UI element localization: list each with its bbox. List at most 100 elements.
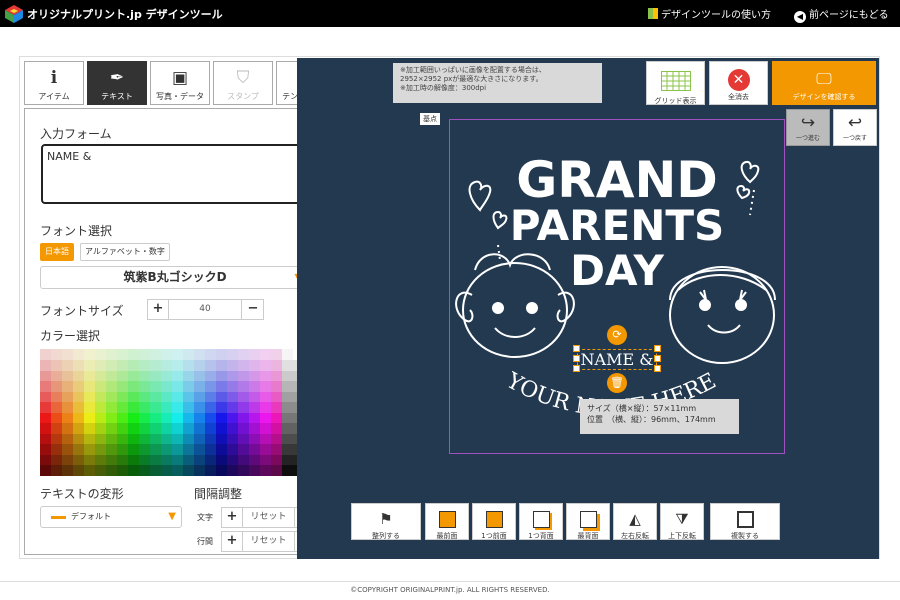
color-swatch[interactable] — [249, 380, 260, 392]
color-swatch[interactable] — [139, 464, 150, 476]
color-swatch[interactable] — [150, 454, 161, 465]
color-swatch[interactable] — [95, 391, 106, 402]
deform-select[interactable]: デフォルト ▼ — [40, 506, 182, 528]
selected-text-object[interactable]: NAME & — [577, 349, 657, 370]
color-swatch[interactable] — [150, 370, 161, 381]
resize-handle[interactable] — [654, 355, 661, 362]
color-swatch[interactable] — [40, 359, 51, 371]
color-swatch[interactable] — [238, 401, 249, 413]
color-swatch[interactable] — [183, 433, 194, 444]
align-button[interactable]: ⚑ 整列する — [351, 503, 421, 540]
color-swatch[interactable] — [249, 349, 260, 360]
color-swatch[interactable] — [249, 391, 260, 402]
color-swatch[interactable] — [128, 370, 139, 381]
color-swatch[interactable] — [271, 443, 282, 455]
color-swatch[interactable] — [128, 349, 139, 360]
color-swatch[interactable] — [238, 422, 249, 434]
color-swatch[interactable] — [40, 454, 51, 465]
color-swatch[interactable] — [227, 422, 238, 434]
color-swatch[interactable] — [183, 391, 194, 402]
color-swatch[interactable] — [139, 391, 150, 402]
color-swatch[interactable] — [227, 401, 238, 413]
color-swatch[interactable] — [150, 422, 161, 434]
color-swatch[interactable] — [194, 391, 205, 402]
color-swatch[interactable] — [95, 433, 106, 444]
color-swatch[interactable] — [84, 380, 95, 392]
color-swatch[interactable] — [172, 401, 183, 413]
color-swatch[interactable] — [139, 370, 150, 381]
color-swatch[interactable] — [183, 380, 194, 392]
color-swatch[interactable] — [238, 359, 249, 371]
color-swatch[interactable] — [205, 454, 216, 465]
color-swatch[interactable] — [271, 401, 282, 413]
color-swatch[interactable] — [161, 359, 172, 371]
send-back-button[interactable]: 最背面 — [566, 503, 610, 540]
color-swatch[interactable] — [128, 422, 139, 434]
color-swatch[interactable] — [62, 433, 73, 444]
color-swatch[interactable] — [271, 380, 282, 392]
color-swatch[interactable] — [95, 359, 106, 371]
color-swatch[interactable] — [260, 391, 271, 402]
color-swatch[interactable] — [216, 454, 227, 465]
color-swatch[interactable] — [106, 380, 117, 392]
tab-item[interactable]: i アイテム — [24, 61, 84, 105]
color-swatch[interactable] — [260, 412, 271, 423]
color-swatch[interactable] — [73, 443, 84, 455]
color-swatch[interactable] — [227, 349, 238, 360]
color-swatch[interactable] — [172, 380, 183, 392]
color-swatch[interactable] — [183, 443, 194, 455]
color-swatch[interactable] — [84, 464, 95, 476]
forward-button[interactable]: 1つ前面 — [472, 503, 516, 540]
color-swatch[interactable] — [95, 443, 106, 455]
color-swatch[interactable] — [73, 359, 84, 371]
color-swatch[interactable] — [260, 359, 271, 371]
color-swatch[interactable] — [161, 391, 172, 402]
color-swatch[interactable] — [183, 401, 194, 413]
resize-handle[interactable] — [654, 365, 661, 372]
color-swatch[interactable] — [216, 370, 227, 381]
color-swatch[interactable] — [73, 401, 84, 413]
color-swatch[interactable] — [282, 433, 293, 444]
color-swatch[interactable] — [216, 380, 227, 392]
color-swatch[interactable] — [150, 380, 161, 392]
color-swatch[interactable] — [238, 464, 249, 476]
color-swatch[interactable] — [172, 370, 183, 381]
color-swatch[interactable] — [117, 422, 128, 434]
color-swatch[interactable] — [51, 380, 62, 392]
undo-button[interactable]: ↩ 一つ戻す — [833, 109, 877, 146]
color-swatch[interactable] — [95, 422, 106, 434]
color-swatch[interactable] — [139, 433, 150, 444]
color-swatch[interactable] — [51, 433, 62, 444]
color-swatch[interactable] — [194, 454, 205, 465]
lang-alpha-button[interactable]: アルファベット・数字 — [80, 243, 170, 261]
color-swatch[interactable] — [260, 422, 271, 434]
color-swatch[interactable] — [227, 380, 238, 392]
color-swatch[interactable] — [106, 370, 117, 381]
color-swatch[interactable] — [194, 370, 205, 381]
color-swatch[interactable] — [117, 464, 128, 476]
color-swatch[interactable] — [216, 359, 227, 371]
color-swatch[interactable] — [282, 391, 293, 402]
font-size-plus-button[interactable]: + — [148, 300, 168, 319]
color-swatch[interactable] — [51, 454, 62, 465]
color-swatch[interactable] — [106, 464, 117, 476]
lang-jp-button[interactable]: 日本語 — [40, 243, 74, 261]
color-swatch[interactable] — [84, 433, 95, 444]
color-swatch[interactable] — [238, 433, 249, 444]
color-swatch[interactable] — [183, 454, 194, 465]
color-swatch[interactable] — [271, 422, 282, 434]
color-swatch[interactable] — [216, 422, 227, 434]
color-swatch[interactable] — [62, 412, 73, 423]
color-swatch[interactable] — [216, 401, 227, 413]
resize-handle[interactable] — [573, 345, 580, 352]
color-swatch[interactable] — [128, 443, 139, 455]
color-swatch[interactable] — [183, 349, 194, 360]
color-swatch[interactable] — [106, 422, 117, 434]
color-swatch[interactable] — [51, 359, 62, 371]
color-swatch[interactable] — [51, 401, 62, 413]
color-swatch[interactable] — [161, 349, 172, 360]
color-swatch[interactable] — [249, 454, 260, 465]
color-swatch[interactable] — [249, 464, 260, 476]
color-swatch[interactable] — [161, 433, 172, 444]
color-swatch[interactable] — [271, 349, 282, 360]
